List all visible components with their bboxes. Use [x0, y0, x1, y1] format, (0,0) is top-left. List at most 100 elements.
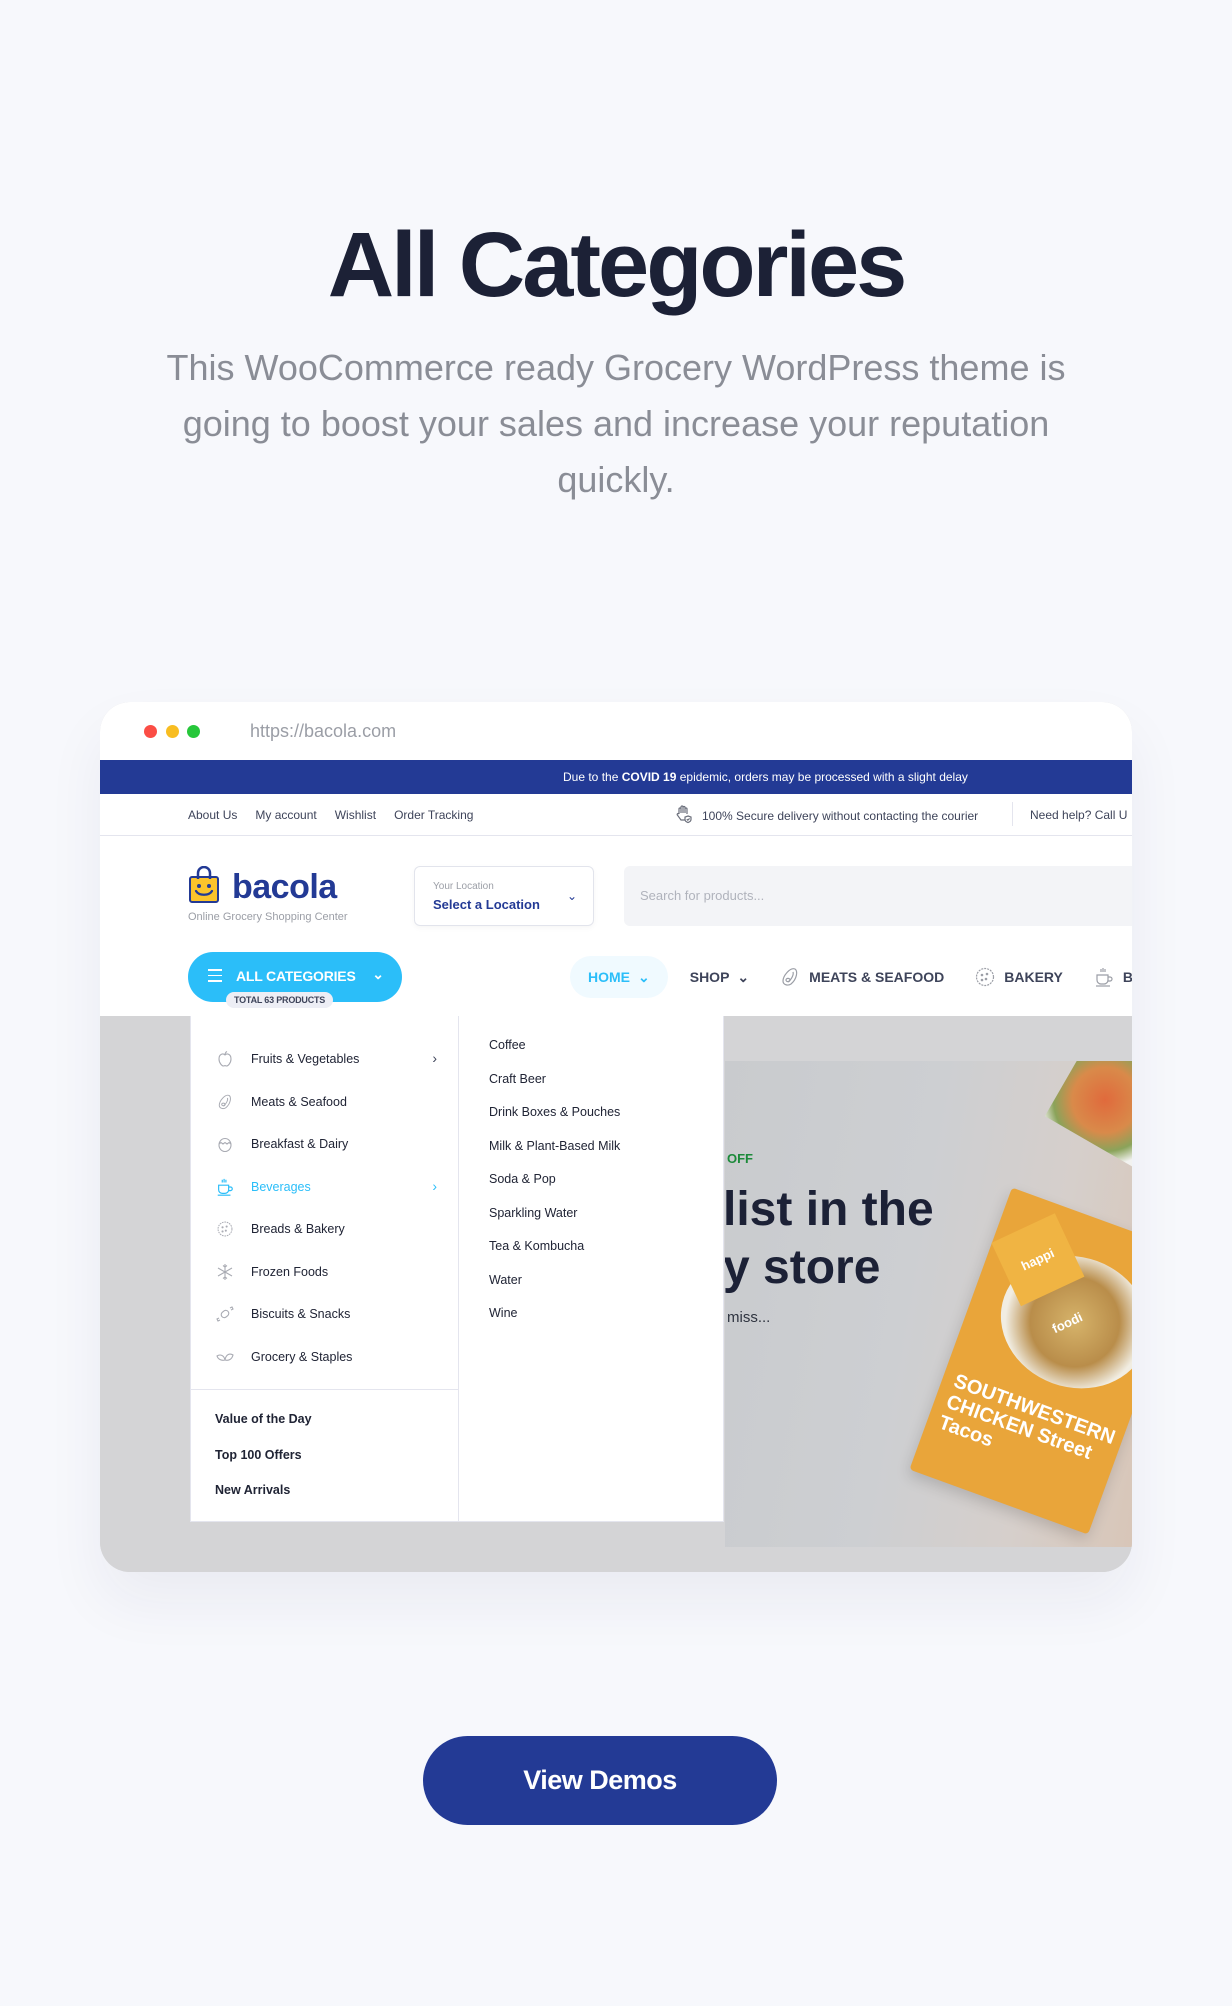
- submenu-item-tea-kombucha[interactable]: Tea & Kombucha: [460, 1239, 620, 1273]
- nav-item-meats-seafood[interactable]: MEATS & SEAFOOD: [779, 966, 944, 988]
- view-demos-button[interactable]: View Demos: [423, 1736, 777, 1825]
- submenu-item-milk[interactable]: Milk & Plant-Based Milk: [460, 1139, 620, 1173]
- all-categories-button[interactable]: ALL CATEGORIES ⌄ TOTAL 63 PRODUCTS: [188, 952, 402, 1008]
- address-bar-url[interactable]: https://bacola.com: [250, 721, 396, 742]
- category-item-breads-bakery[interactable]: Breads & Bakery: [191, 1208, 459, 1251]
- search-input[interactable]: Search for products...: [624, 866, 1132, 926]
- nav-item-bakery[interactable]: BAKERY: [974, 966, 1063, 988]
- hand-shield-icon: [674, 804, 694, 827]
- section-subtitle: This WooCommerce ready Grocery WordPress…: [166, 347, 1066, 500]
- category-item-breakfast-dairy[interactable]: Breakfast & Dairy: [191, 1123, 459, 1166]
- nav-label: BAKERY: [1004, 969, 1063, 985]
- location-value: Select a Location: [433, 897, 540, 912]
- candy-icon: [215, 1304, 235, 1324]
- section-title: All Categories: [327, 214, 908, 316]
- category-label: Breakfast & Dairy: [251, 1137, 349, 1152]
- product-box-image: happi foodi SOUTHWESTERN CHICKEN Street …: [909, 1187, 1132, 1535]
- oyster-icon: [779, 966, 801, 988]
- link-new-arrivals[interactable]: New Arrivals: [215, 1483, 312, 1519]
- total-products-badge: TOTAL 63 PRODUCTS: [226, 992, 334, 1008]
- submenu-item-wine[interactable]: Wine: [460, 1306, 620, 1340]
- link-wishlist[interactable]: Wishlist: [335, 808, 376, 822]
- link-top-100-offers[interactable]: Top 100 Offers: [215, 1448, 312, 1484]
- site-header: bacola Online Grocery Shopping Center Yo…: [100, 836, 1132, 1016]
- help-text: Need help? Call U: [1030, 808, 1128, 822]
- secure-delivery-text: 100% Secure delivery without contacting …: [702, 808, 979, 823]
- top-bar: About Us My account Wishlist Order Track…: [100, 794, 1132, 836]
- category-item-beverages[interactable]: Beverages ›: [191, 1166, 459, 1209]
- nav-label: MEATS & SEAFOOD: [809, 969, 945, 985]
- submenu-item-water[interactable]: Water: [460, 1273, 620, 1307]
- link-value-of-the-day[interactable]: Value of the Day: [215, 1412, 312, 1448]
- beverages-submenu: Coffee Craft Beer Drink Boxes & Pouches …: [460, 1038, 620, 1340]
- main-nav: HOME ⌄ SHOP ⌄ MEATS & SEAFOOD BAKERY B: [570, 956, 1132, 998]
- chevron-down-icon: ⌄: [372, 966, 384, 982]
- nav-label: HOME: [588, 969, 630, 985]
- hamburger-icon: [208, 969, 222, 986]
- category-list-column: Fruits & Vegetables › Meats & Seafood Br…: [191, 1016, 459, 1522]
- browser-window-mockup: https://bacola.com Due to the COVID 19 e…: [100, 702, 1132, 1572]
- category-item-biscuits-snacks[interactable]: Biscuits & Snacks: [191, 1293, 459, 1336]
- categories-dropdown: Fruits & Vegetables › Meats & Seafood Br…: [190, 1016, 724, 1522]
- submenu-item-soda-pop[interactable]: Soda & Pop: [460, 1172, 620, 1206]
- category-label: Biscuits & Snacks: [251, 1307, 351, 1322]
- category-item-frozen-foods[interactable]: Frozen Foods: [191, 1251, 459, 1294]
- hero-heading-line-1: list in the: [725, 1183, 934, 1236]
- chevron-down-icon: ⌄: [566, 889, 577, 903]
- link-my-account[interactable]: My account: [255, 808, 316, 822]
- covid-notice-bar: Due to the COVID 19 epidemic, orders may…: [100, 760, 1132, 794]
- close-dot-icon: [144, 725, 157, 738]
- hero-banner[interactable]: OFF list in the y store miss... happi fo…: [725, 1061, 1132, 1547]
- submenu-item-coffee[interactable]: Coffee: [460, 1038, 620, 1072]
- submenu-item-craft-beer[interactable]: Craft Beer: [460, 1072, 620, 1106]
- location-selector[interactable]: Your Location Select a Location ⌄: [414, 866, 594, 926]
- nav-item-home[interactable]: HOME ⌄: [570, 956, 668, 998]
- category-list: Fruits & Vegetables › Meats & Seafood Br…: [191, 1038, 459, 1378]
- minimize-dot-icon: [166, 725, 179, 738]
- browser-chrome: https://bacola.com: [100, 702, 1132, 760]
- category-label: Meats & Seafood: [251, 1094, 347, 1109]
- category-label: Fruits & Vegetables: [251, 1052, 360, 1067]
- nav-item-shop[interactable]: SHOP ⌄: [690, 969, 749, 986]
- cookie-icon: [974, 966, 996, 988]
- link-order-tracking[interactable]: Order Tracking: [394, 808, 473, 822]
- cup-icon: [215, 1177, 235, 1197]
- maximize-dot-icon: [187, 725, 200, 738]
- category-item-grocery-staples[interactable]: Grocery & Staples: [191, 1336, 459, 1379]
- chevron-right-icon: ›: [432, 1177, 437, 1194]
- category-label: Beverages: [251, 1179, 311, 1194]
- topbar-divider: [1012, 802, 1013, 826]
- menu-divider: [191, 1389, 459, 1390]
- top-links: About Us My account Wishlist Order Track…: [188, 808, 473, 822]
- logo-tagline: Online Grocery Shopping Center: [188, 911, 348, 923]
- page: All Categories This WooCommerce ready Gr…: [0, 0, 1232, 2006]
- notice-suffix: epidemic, orders may be processed with a…: [676, 770, 968, 784]
- submenu-item-drink-boxes[interactable]: Drink Boxes & Pouches: [460, 1105, 620, 1139]
- category-label: Grocery & Staples: [251, 1349, 353, 1364]
- category-item-fruits-vegetables[interactable]: Fruits & Vegetables ›: [191, 1038, 459, 1081]
- hero-heading: list in the y store: [725, 1181, 934, 1297]
- snowflake-icon: [215, 1262, 235, 1282]
- food-plate-image: [1044, 1061, 1132, 1172]
- chevron-down-icon: ⌄: [737, 968, 750, 985]
- link-about-us[interactable]: About Us: [188, 808, 237, 822]
- hero-heading-line-2: y store: [725, 1241, 881, 1294]
- discount-badge: OFF: [727, 1151, 753, 1166]
- all-categories-label: ALL CATEGORIES: [236, 968, 356, 984]
- nav-label: SHOP: [689, 969, 730, 985]
- menu-extra-links: Value of the Day Top 100 Offers New Arri…: [215, 1412, 312, 1519]
- logo-wordmark: bacola: [232, 868, 337, 906]
- submenu-item-sparkling-water[interactable]: Sparkling Water: [460, 1206, 620, 1240]
- page-overlay: OFF list in the y store miss... happi fo…: [100, 1016, 1132, 1572]
- product-name: SOUTHWESTERN CHICKEN Street Tacos: [935, 1370, 1119, 1464]
- leaf-icon: [215, 1347, 235, 1367]
- site-logo[interactable]: bacola Online Grocery Shopping Center: [188, 865, 348, 923]
- nav-item-beverages[interactable]: BEV: [1093, 966, 1132, 988]
- hero-subtext: miss...: [727, 1309, 771, 1326]
- cup-icon: [1093, 966, 1115, 988]
- apple-icon: [215, 1049, 235, 1069]
- category-item-meats-seafood[interactable]: Meats & Seafood: [191, 1081, 459, 1124]
- category-label: Frozen Foods: [251, 1264, 329, 1279]
- egg-icon: [215, 1134, 235, 1154]
- secure-delivery-notice: 100% Secure delivery without contacting …: [674, 804, 978, 827]
